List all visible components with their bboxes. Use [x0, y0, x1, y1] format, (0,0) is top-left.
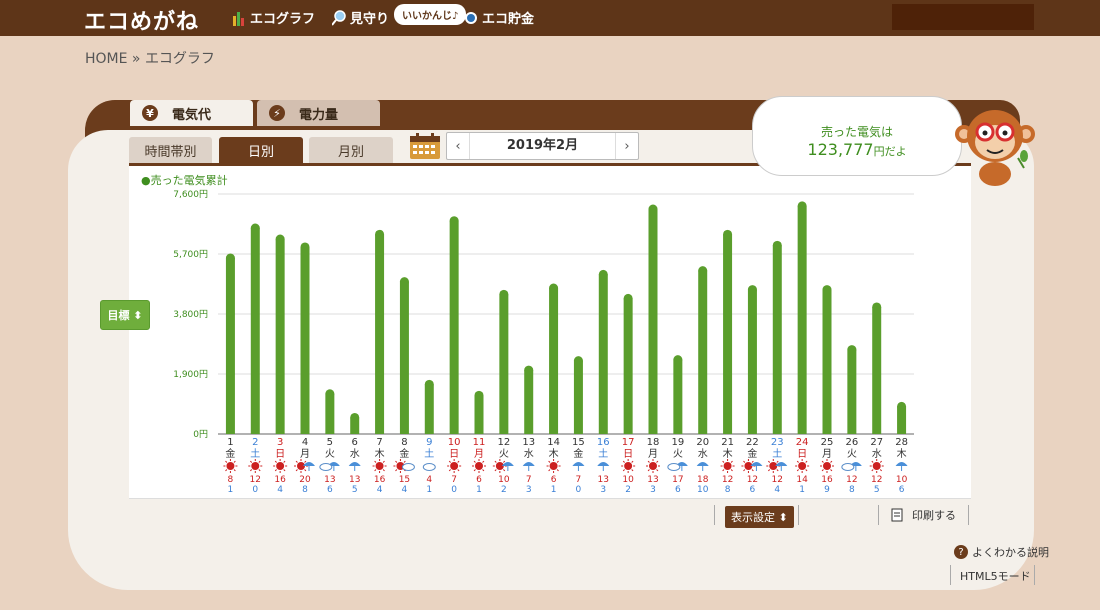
help-link[interactable]: ? よくわかる説明: [954, 544, 1049, 560]
html5-mode-link[interactable]: HTML5モード: [960, 568, 1031, 584]
coin-icon: [465, 11, 477, 24]
summary-suffix: 円だよ: [873, 145, 907, 158]
divider: [878, 505, 879, 525]
monkey-mascot-icon: [955, 110, 1035, 186]
subtab-monthly[interactable]: 月別: [309, 137, 393, 163]
bolt-icon: ⚡: [269, 105, 285, 121]
divider: [1034, 565, 1035, 585]
app-logo[interactable]: エコめがね: [84, 4, 199, 36]
current-month: 2019年2月: [469, 133, 616, 159]
user-area[interactable]: [892, 4, 1034, 30]
prev-month-button[interactable]: ‹: [447, 139, 469, 154]
chart-panel: [129, 166, 971, 499]
magnifier-icon: [332, 9, 346, 26]
summary-balloon: 売った電気は 123,777円だよ: [752, 96, 962, 176]
print-button[interactable]: 印刷する: [890, 507, 956, 523]
nav-watch[interactable]: 見守り: [332, 8, 389, 27]
display-settings-select[interactable]: 表示設定 ⬍: [725, 506, 794, 528]
divider: [968, 505, 969, 525]
nav-label: エコグラフ: [250, 12, 316, 27]
breadcrumb[interactable]: HOME » エコグラフ: [85, 48, 215, 68]
print-label: 印刷する: [912, 509, 956, 522]
tab-label: 電気代: [172, 107, 212, 123]
yen-icon: ¥: [142, 105, 158, 121]
calendar-icon[interactable]: [409, 132, 441, 160]
target-select[interactable]: 目標 ⬍: [100, 300, 150, 330]
chart-legend: ●売った電気累計: [141, 174, 228, 187]
nav-label: 見守り: [350, 12, 390, 27]
nav-eco-graph[interactable]: エコグラフ: [232, 8, 315, 27]
nav-label: エコ貯金: [482, 12, 535, 27]
next-month-button[interactable]: ›: [616, 139, 638, 154]
help-label: よくわかる説明: [972, 546, 1049, 559]
tab-power-usage[interactable]: ⚡ 電力量: [257, 100, 380, 126]
question-icon: ?: [954, 545, 968, 559]
bar-chart-icon: [233, 11, 244, 26]
divider: [714, 505, 715, 525]
status-bubble: いいかんじ♪: [394, 4, 467, 25]
month-navigator: ‹ 2019年2月 ›: [446, 132, 639, 160]
printer-icon: [891, 508, 903, 522]
divider: [798, 505, 799, 525]
summary-amount: 123,777: [807, 140, 874, 159]
nav-eco-savings[interactable]: エコ貯金: [464, 8, 534, 27]
tab-electricity-cost[interactable]: ¥ 電気代: [130, 100, 253, 126]
summary-label: 売った電気は: [820, 125, 893, 139]
subtab-hourly[interactable]: 時間帯別: [129, 137, 212, 163]
subtab-daily[interactable]: 日別: [219, 137, 303, 163]
tab-label: 電力量: [299, 107, 339, 123]
divider: [950, 565, 951, 585]
summary-amount-line: 123,777円だよ: [753, 140, 961, 159]
